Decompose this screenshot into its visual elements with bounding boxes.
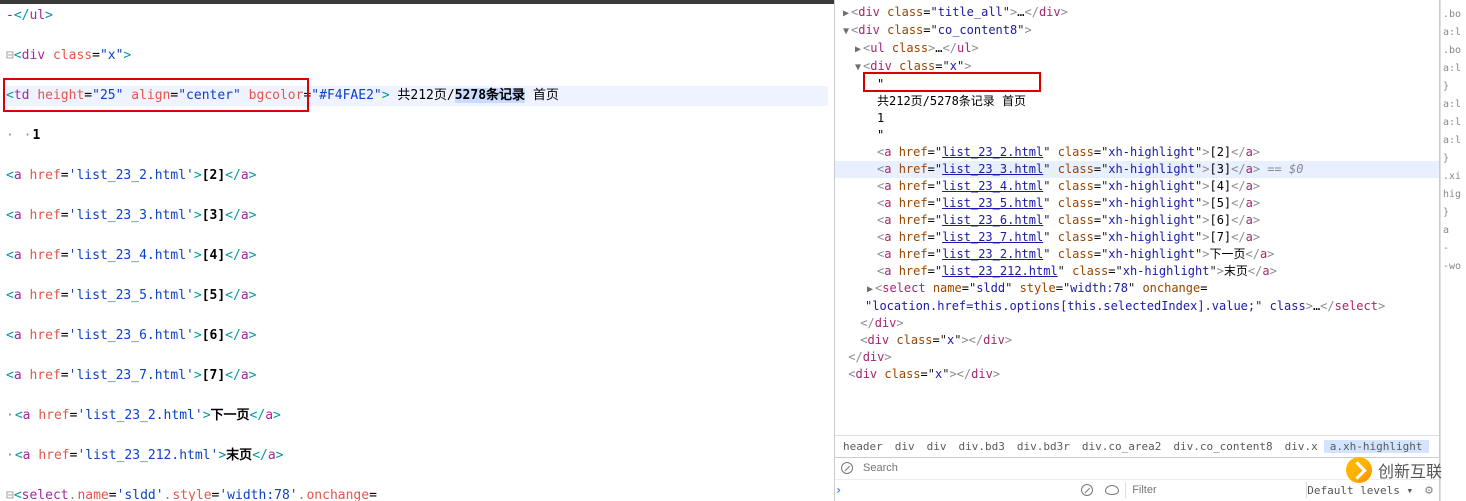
- code-line-anchor[interactable]: ·<a href='list_23_2.html'>下一页</a>: [6, 406, 828, 426]
- div-class-value: x: [108, 48, 116, 63]
- breadcrumb-item[interactable]: div.x: [1279, 440, 1324, 453]
- blank-line: [6, 66, 828, 86]
- source-view-panel: -</ul> ⊟<div class="x"> <td height="25" …: [0, 0, 835, 501]
- style-rule-fragment: .bo: [1441, 42, 1466, 60]
- blank-line: [6, 266, 828, 286]
- collapse-arrow-icon[interactable]: ▼: [841, 23, 851, 40]
- tree-anchor-line[interactable]: <a href="list_23_4.html" class="xh-highl…: [835, 178, 1439, 195]
- collapse-arrow-icon[interactable]: ▼: [853, 59, 863, 76]
- styles-sidebar-strip: .boa:l.boa:l}a:la:la:l}.xihig}a--wo: [1440, 0, 1466, 501]
- blank-line: [6, 146, 828, 166]
- tree-anchor-line[interactable]: <a href="list_23_212.html" class="xh-hig…: [835, 263, 1439, 280]
- style-rule-fragment: -wo: [1441, 258, 1466, 276]
- highlighted-td-line[interactable]: <td height="25" align="center" bgcolor="…: [6, 86, 828, 106]
- breadcrumb-item[interactable]: div: [889, 440, 921, 453]
- blank-line: [6, 386, 828, 406]
- log-levels-dropdown[interactable]: Default levels ▾: [1307, 484, 1413, 497]
- blank-line: [6, 106, 828, 126]
- breadcrumb-item[interactable]: div.bd3r: [1011, 440, 1076, 453]
- blank-line: [6, 226, 828, 246]
- clear-icon[interactable]: [1081, 484, 1093, 496]
- tree-line[interactable]: ▼<div class="co_content8">: [835, 22, 1439, 40]
- settings-gear-icon[interactable]: ⚙: [1425, 483, 1433, 498]
- style-rule-fragment: a: [1441, 222, 1466, 240]
- breadcrumb-item[interactable]: a.xh-highlight: [1324, 440, 1429, 453]
- quote-line: ": [835, 127, 1439, 144]
- watermark-logo-icon: [1346, 457, 1372, 483]
- style-rule-fragment: }: [1441, 204, 1466, 222]
- blank-line: [6, 26, 828, 46]
- style-rule-fragment: a:l: [1441, 60, 1466, 78]
- console-filter-input[interactable]: [1126, 484, 1306, 496]
- console-prompt-icon: ›: [835, 483, 842, 497]
- tree-anchor-line[interactable]: <a href="list_23_7.html" class="xh-highl…: [835, 229, 1439, 246]
- tree-line: </div>: [835, 315, 1439, 332]
- style-rule-fragment: hig: [1441, 186, 1466, 204]
- code-line-anchor[interactable]: <a href='list_23_3.html'>[3]</a>: [6, 206, 828, 226]
- tree-anchor-line[interactable]: <a href="list_23_2.html" class="xh-highl…: [835, 144, 1439, 161]
- quote-line: ": [835, 76, 1439, 93]
- tree-line[interactable]: ▼<div class="x">: [835, 58, 1439, 76]
- blank-line: [6, 346, 828, 366]
- tree-line[interactable]: ▶<div class="title_all">…</div>: [835, 4, 1439, 22]
- tree-anchor-line[interactable]: <a href="list_23_3.html" class="xh-highl…: [835, 161, 1439, 178]
- style-rule-fragment: a:l: [1441, 114, 1466, 132]
- tree-line-select-cont: "location.href=this.options[this.selecte…: [835, 298, 1439, 315]
- source-code-area[interactable]: -</ul> ⊟<div class="x"> <td height="25" …: [0, 4, 834, 501]
- expand-arrow-icon[interactable]: ▶: [841, 5, 851, 22]
- style-rule-fragment: a:l: [1441, 96, 1466, 114]
- blank-line: [6, 306, 828, 326]
- code-line-anchor[interactable]: <a href='list_23_2.html'>[2]</a>: [6, 166, 828, 186]
- dom-tree[interactable]: ▶<div class="title_all">…</div> ▼<div cl…: [835, 0, 1439, 435]
- tree-anchor-line[interactable]: <a href="list_23_5.html" class="xh-highl…: [835, 195, 1439, 212]
- elements-panel: ▶<div class="title_all">…</div> ▼<div cl…: [835, 0, 1440, 501]
- tree-line[interactable]: <div class="x"></div>: [835, 366, 1439, 383]
- breadcrumb-item[interactable]: div.bd3: [953, 440, 1011, 453]
- style-rule-fragment: -: [1441, 240, 1466, 258]
- code-line-anchor[interactable]: <a href='list_23_4.html'>[4]</a>: [6, 246, 828, 266]
- tree-anchor-line[interactable]: <a href="list_23_6.html" class="xh-highl…: [835, 212, 1439, 229]
- expand-arrow-icon[interactable]: ▶: [865, 281, 875, 298]
- code-line-anchor[interactable]: <a href='list_23_6.html'>[6]</a>: [6, 326, 828, 346]
- watermark: 创新互联: [1346, 457, 1442, 483]
- code-line: -</ul>: [6, 6, 828, 26]
- select-line: ⊟<select.name='sldd'.style='width:78'.on…: [6, 486, 828, 501]
- blank-line: [6, 426, 828, 446]
- tree-line: </div>: [835, 349, 1439, 366]
- watermark-text: 创新互联: [1378, 458, 1442, 482]
- blank-line: [6, 466, 828, 486]
- expand-arrow-icon[interactable]: ▶: [853, 41, 863, 58]
- tree-line[interactable]: <div class="x"></div>: [835, 332, 1439, 349]
- code-line: ⊟<div class="x">: [6, 46, 828, 66]
- code-line-anchor[interactable]: <a href='list_23_7.html'>[7]</a>: [6, 366, 828, 386]
- style-rule-fragment: }: [1441, 78, 1466, 96]
- tree-line[interactable]: ▶<ul class>…</ul>: [835, 40, 1439, 58]
- text-1: 1: [835, 110, 1439, 127]
- style-rule-fragment: .xi: [1441, 168, 1466, 186]
- style-rule-fragment: a:l: [1441, 132, 1466, 150]
- code-line-anchor[interactable]: <a href='list_23_5.html'>[5]</a>: [6, 286, 828, 306]
- code-line: · ·1: [6, 126, 828, 146]
- breadcrumb[interactable]: headerdivdivdiv.bd3div.bd3rdiv.co_area2d…: [835, 435, 1439, 457]
- tree-anchor-line[interactable]: <a href="list_23_2.html" class="xh-highl…: [835, 246, 1439, 263]
- breadcrumb-item[interactable]: div.co_content8: [1167, 440, 1278, 453]
- pagination-text: 共212页/5278条记录 首页: [835, 93, 1439, 110]
- style-rule-fragment: a:l: [1441, 24, 1466, 42]
- eye-icon[interactable]: [1105, 485, 1119, 495]
- clear-console-icon[interactable]: [841, 462, 853, 474]
- code-line-anchor[interactable]: ·<a href='list_23_212.html'>末页</a>: [6, 446, 828, 466]
- blank-line: [6, 186, 828, 206]
- tree-line-select[interactable]: ▶<select name="sldd" style="width:78" on…: [835, 280, 1439, 298]
- style-rule-fragment: .bo: [1441, 6, 1466, 24]
- breadcrumb-item[interactable]: header: [837, 440, 889, 453]
- style-rule-fragment: }: [1441, 150, 1466, 168]
- breadcrumb-item[interactable]: div: [921, 440, 953, 453]
- breadcrumb-item[interactable]: div.co_area2: [1076, 440, 1167, 453]
